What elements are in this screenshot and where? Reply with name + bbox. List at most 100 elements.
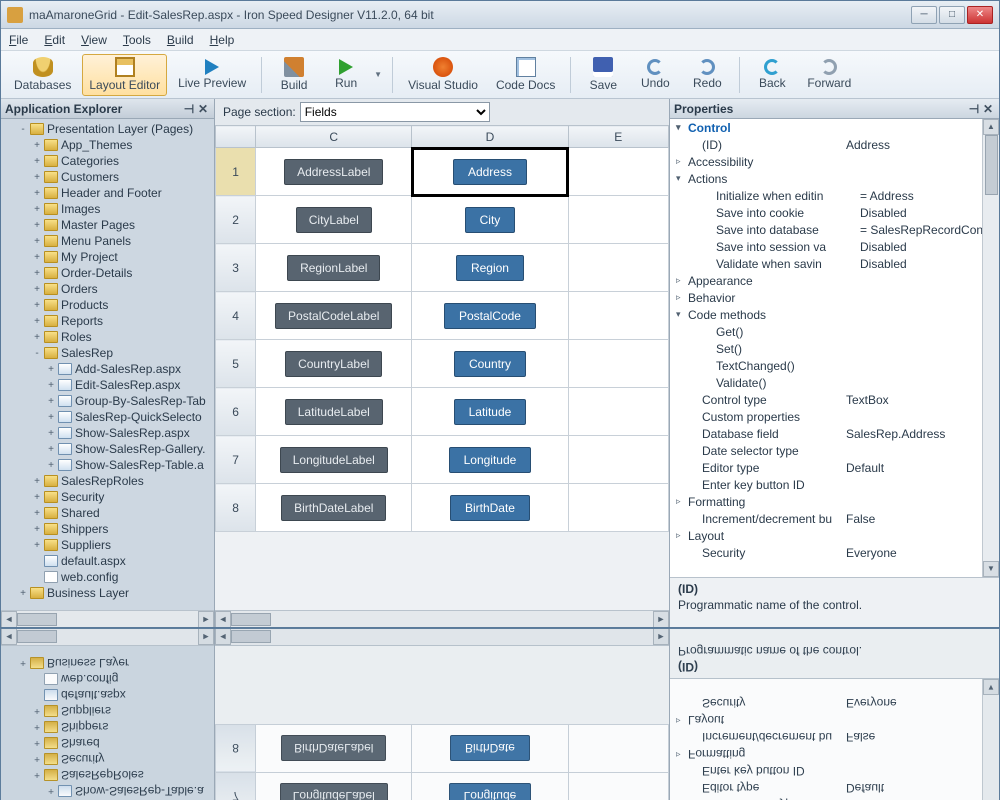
property-row[interactable]: Editor typeDefault <box>670 780 999 797</box>
properties-vscroll[interactable]: ▲▼ <box>982 679 999 800</box>
tree-item[interactable]: web.config <box>3 569 214 585</box>
property-row[interactable]: ▹Behavior <box>670 289 999 306</box>
tree-item[interactable]: -Presentation Layer (Pages) <box>3 121 214 137</box>
menu-tools[interactable]: Tools <box>123 33 151 47</box>
explorer-tree[interactable]: -Presentation Layer (Pages)+App_Themes+C… <box>1 646 214 800</box>
property-row[interactable]: SecurityEveryone <box>670 544 999 561</box>
menu-edit[interactable]: Edit <box>44 33 65 47</box>
explorer-hscroll[interactable]: ◄► <box>1 629 214 646</box>
tree-item[interactable]: +Suppliers <box>3 703 214 719</box>
label-chip[interactable]: RegionLabel <box>287 255 380 281</box>
redo-button[interactable]: Redo <box>683 54 731 96</box>
label-chip[interactable]: CityLabel <box>296 207 372 233</box>
properties-vscroll[interactable]: ▲▼ <box>982 119 999 577</box>
label-chip[interactable]: CountryLabel <box>285 351 382 377</box>
property-row[interactable]: Get() <box>670 323 999 340</box>
tree-item[interactable]: +Header and Footer <box>3 185 214 201</box>
row-header[interactable]: 8 <box>216 725 256 773</box>
build-button[interactable]: Build <box>270 54 318 96</box>
properties-grid[interactable]: ▾Control(ID)Address▹Accessibility▾Action… <box>670 679 999 800</box>
tree-item[interactable]: +Group-By-SalesRep-Tab <box>3 393 214 409</box>
property-row[interactable]: Initialize when editin= Address <box>670 187 999 204</box>
grid-cell[interactable]: Region <box>412 244 568 292</box>
grid-cell[interactable] <box>568 340 668 388</box>
property-row[interactable]: Validate() <box>670 374 999 391</box>
grid-cell[interactable]: BirthDateLabel <box>256 484 412 532</box>
save-button[interactable]: Save <box>579 54 627 96</box>
tree-item[interactable]: +Show-SalesRep.aspx <box>3 425 214 441</box>
tree-item[interactable]: +Images <box>3 201 214 217</box>
grid-cell[interactable] <box>568 244 668 292</box>
field-chip[interactable]: Longitude <box>449 447 532 473</box>
property-row[interactable]: Increment/decrement buFalse <box>670 510 999 527</box>
maximize-button[interactable]: □ <box>939 6 965 24</box>
grid-cell[interactable]: BirthDate <box>412 725 568 773</box>
property-row[interactable]: ▹Layout <box>670 527 999 544</box>
property-row[interactable]: Validate when savinDisabled <box>670 255 999 272</box>
grid-cell[interactable]: LatitudeLabel <box>256 388 412 436</box>
tree-item[interactable]: +SalesRep-QuickSelecto <box>3 409 214 425</box>
grid-cell[interactable]: AddressLabel <box>256 148 412 196</box>
tree-item[interactable]: +Menu Panels <box>3 233 214 249</box>
tree-item[interactable]: web.config <box>3 671 214 687</box>
property-row[interactable]: Save into cookieDisabled <box>670 204 999 221</box>
property-row[interactable]: ▹Accessibility <box>670 153 999 170</box>
grid-cell[interactable]: Longitude <box>412 773 568 800</box>
property-row[interactable]: ▾Actions <box>670 170 999 187</box>
field-chip[interactable]: PostalCode <box>444 303 536 329</box>
tree-item[interactable]: +Order-Details <box>3 265 214 281</box>
back-button[interactable]: Back <box>748 54 796 96</box>
row-header[interactable]: 3 <box>216 244 256 292</box>
grid-cell[interactable]: CityLabel <box>256 196 412 244</box>
field-chip[interactable]: Region <box>456 255 524 281</box>
grid-cell[interactable] <box>568 725 668 773</box>
tree-item[interactable]: +Business Layer <box>3 585 214 601</box>
grid-cell[interactable]: LongitudeLabel <box>256 773 412 800</box>
label-chip[interactable]: AddressLabel <box>284 159 383 185</box>
tree-item[interactable]: +My Project <box>3 249 214 265</box>
tree-item[interactable]: +Orders <box>3 281 214 297</box>
label-chip[interactable]: LongitudeLabel <box>280 784 388 800</box>
property-row[interactable]: Enter key button ID <box>670 763 999 780</box>
grid-cell[interactable]: PostalCode <box>412 292 568 340</box>
pin-icon[interactable]: ⊣ <box>182 102 196 116</box>
tree-item[interactable]: +Products <box>3 297 214 313</box>
property-row[interactable]: Enter key button ID <box>670 476 999 493</box>
databases-button[interactable]: Databases <box>7 54 78 96</box>
tree-item[interactable]: +Shippers <box>3 521 214 537</box>
grid-cell[interactable] <box>568 773 668 800</box>
tree-item[interactable]: +Roles <box>3 329 214 345</box>
tree-item[interactable]: +Shippers <box>3 719 214 735</box>
property-row[interactable]: ▹Layout <box>670 712 999 729</box>
grid-cell[interactable]: BirthDateLabel <box>256 725 412 773</box>
page-section-select[interactable]: Fields <box>300 102 490 122</box>
property-row[interactable]: Save into database= SalesRepRecordContro… <box>670 221 999 238</box>
field-chip[interactable]: Address <box>453 159 527 185</box>
design-grid[interactable]: CDE1 AddressLabel Address 2 CityLabel Ci… <box>215 125 669 532</box>
grid-hscroll[interactable]: ◄► <box>215 610 669 627</box>
tree-item[interactable]: +SalesRepRoles <box>3 767 214 783</box>
property-row[interactable]: TextChanged() <box>670 357 999 374</box>
property-row[interactable]: ▹Formatting <box>670 493 999 510</box>
field-chip[interactable]: BirthDate <box>450 495 530 521</box>
row-header[interactable]: 2 <box>216 196 256 244</box>
properties-grid[interactable]: ▾Control(ID)Address▹Accessibility▾Action… <box>670 119 999 577</box>
property-row[interactable]: Save into session vaDisabled <box>670 238 999 255</box>
property-row[interactable]: ▾Control <box>670 119 999 136</box>
tree-item[interactable]: +Shared <box>3 505 214 521</box>
close-button[interactable]: ✕ <box>967 6 993 24</box>
pin-icon[interactable]: ⊣ <box>967 102 981 116</box>
property-row[interactable]: Date selector type <box>670 442 999 459</box>
row-header[interactable]: 6 <box>216 388 256 436</box>
property-row[interactable]: Custom properties <box>670 408 999 425</box>
field-chip[interactable]: Longitude <box>449 784 532 800</box>
run-button[interactable]: Run <box>322 54 370 96</box>
design-grid[interactable]: CDE1 AddressLabel Address 2 CityLabel Ci… <box>215 724 669 800</box>
tree-item[interactable]: +SalesRepRoles <box>3 473 214 489</box>
code-docs-button[interactable]: Code Docs <box>489 54 562 96</box>
label-chip[interactable]: BirthDateLabel <box>281 495 386 521</box>
grid-cell[interactable] <box>568 196 668 244</box>
grid-cell[interactable] <box>568 148 668 196</box>
property-row[interactable]: Database fieldSalesRep.Address <box>670 425 999 442</box>
row-header[interactable]: 7 <box>216 436 256 484</box>
